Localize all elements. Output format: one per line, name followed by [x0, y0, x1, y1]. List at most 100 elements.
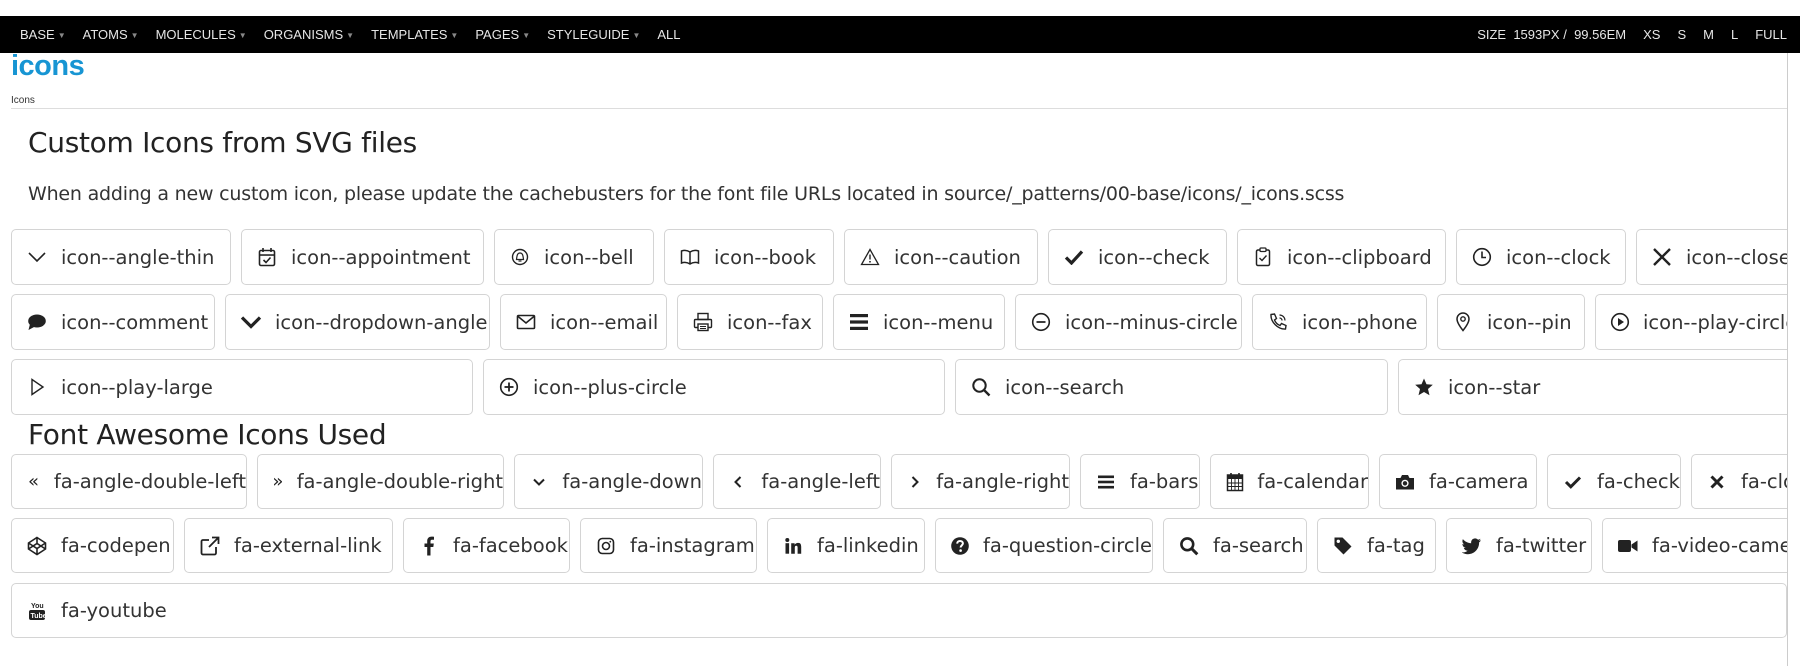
icon-sample: You Tube fa-youtube	[11, 583, 1787, 638]
icon-sample: fa-angle-down	[514, 454, 703, 509]
fax-icon	[692, 312, 714, 332]
search-icon	[1178, 536, 1200, 556]
icon-sample: fa-facebook	[403, 518, 570, 573]
icon-sample: icon--bell	[494, 229, 654, 285]
icon-sample: icon--dropdown-angle	[225, 294, 490, 350]
play-circle-icon	[1610, 312, 1630, 332]
pattern-viewport: icons Icons Custom Icons from SVG files …	[0, 53, 1788, 666]
chevron-down-icon: ▼	[238, 31, 247, 40]
icon-sample: icon--close	[1636, 229, 1787, 285]
size-s-button[interactable]: S	[1677, 27, 1686, 42]
fa-icon-row: « fa-angle-double-left » fa-angle-double…	[11, 454, 1787, 509]
play-large-icon	[26, 377, 48, 397]
twitter-icon	[1461, 537, 1483, 555]
angle-double-left-icon: «	[27, 471, 39, 492]
search-icon	[970, 377, 992, 397]
icon-sample: icon--caution	[844, 229, 1038, 285]
video-camera-icon	[1617, 538, 1639, 554]
nav-templates[interactable]: TEMPLATES ▼	[371, 27, 458, 42]
custom-icon-row: icon--play-large icon--plus-circle icon-…	[11, 359, 1787, 415]
icon-sample: icon--play-circle	[1595, 294, 1787, 350]
dropdown-angle-icon	[240, 315, 262, 329]
icon-sample: fa-linkedin	[767, 518, 925, 573]
nav-styleguide[interactable]: STYLEGUIDE ▼	[547, 27, 640, 42]
icon-sample: icon--book	[664, 229, 834, 285]
icon-sample: icon--email	[500, 294, 667, 350]
nav-organisms[interactable]: ORGANISMS ▼	[264, 27, 354, 42]
codepen-icon	[26, 536, 48, 556]
fa-icon-row: You Tube fa-youtube	[11, 583, 1787, 638]
bell-icon	[509, 248, 531, 266]
email-icon	[515, 314, 537, 330]
divider	[11, 108, 1787, 109]
size-full-button[interactable]: FULL	[1755, 27, 1787, 42]
icon-sample: fa-close	[1691, 454, 1787, 509]
nav-all[interactable]: ALL	[657, 27, 680, 42]
icon-sample: fa-angle-left	[713, 454, 881, 509]
custom-icon-row: icon--angle-thin icon--appointment icon-…	[11, 229, 1787, 285]
icon-sample: fa-codepen	[11, 518, 174, 573]
linkedin-icon	[782, 537, 804, 555]
nav-molecules[interactable]: MOLECULES ▼	[156, 27, 247, 42]
size-readout: SIZE 1593PX / 99.56EM	[1477, 27, 1627, 42]
nav-base[interactable]: BASE ▼	[20, 27, 66, 42]
icon-sample: icon--pin	[1437, 294, 1585, 350]
minus-circle-icon	[1030, 312, 1052, 332]
icon-sample: fa-camera	[1379, 454, 1537, 509]
icon-sample: icon--fax	[677, 294, 823, 350]
icon-sample: icon--menu	[833, 294, 1005, 350]
chevron-down-icon: ▼	[57, 31, 66, 40]
icon-sample: fa-video-camera	[1602, 518, 1787, 573]
appointment-icon	[256, 247, 278, 267]
size-l-button[interactable]: L	[1731, 27, 1738, 42]
nav-atoms[interactable]: ATOMS ▼	[83, 27, 139, 42]
svg-text:Tube: Tube	[31, 613, 47, 620]
size-px-input[interactable]: 1593PX /	[1513, 27, 1567, 42]
book-icon	[679, 249, 701, 265]
instagram-icon	[595, 537, 617, 555]
pin-icon	[1452, 312, 1474, 332]
icon-sample: fa-question-circle	[935, 518, 1153, 573]
calendar-icon	[1225, 472, 1244, 492]
icon-sample: fa-external-link	[184, 518, 393, 573]
viewport-size-controls: SIZE 1593PX / 99.56EM XS S M L FULL	[1477, 16, 1800, 53]
icon-sample: icon--phone	[1252, 294, 1427, 350]
icon-sample: icon--appointment	[241, 229, 484, 285]
icon-sample: icon--plus-circle	[483, 359, 945, 415]
icon-sample: icon--comment	[11, 294, 215, 350]
star-icon	[1413, 377, 1435, 397]
fa-icon-row: fa-codepen fa-external-link fa-facebook …	[11, 518, 1787, 573]
size-m-button[interactable]: M	[1703, 27, 1714, 42]
size-em-input[interactable]: 99.56EM	[1574, 27, 1626, 42]
icon-sample: icon--check	[1048, 229, 1227, 285]
font-awesome-heading: Font Awesome Icons Used	[28, 418, 387, 451]
icon-sample: fa-bars	[1080, 454, 1200, 509]
pattern-title[interactable]: icons	[11, 53, 85, 83]
icon-sample: « fa-angle-double-left	[11, 454, 247, 509]
pattern-lab-toolbar: BASE ▼ ATOMS ▼ MOLECULES ▼ ORGANISMS ▼ TEMPL…	[0, 16, 1800, 53]
chevron-down-icon: ▼	[450, 31, 459, 40]
clipboard-icon	[1252, 247, 1274, 267]
question-circle-icon	[950, 536, 970, 556]
icon-sample: fa-search	[1163, 518, 1307, 573]
size-xs-button[interactable]: XS	[1643, 27, 1660, 42]
main-nav: BASE ▼ ATOMS ▼ MOLECULES ▼ ORGANISMS ▼ TEMPL…	[20, 16, 681, 53]
angle-left-icon	[728, 475, 748, 489]
icon-sample: fa-check	[1547, 454, 1681, 509]
youtube-icon: You Tube	[26, 601, 48, 621]
tag-icon	[1332, 536, 1354, 556]
custom-icons-description: When adding a new custom icon, please up…	[28, 183, 1345, 205]
external-link-icon	[199, 536, 221, 556]
icon-sample: icon--star	[1398, 359, 1787, 415]
icon-sample: fa-tag	[1317, 518, 1436, 573]
icon-sample: icon--clipboard	[1237, 229, 1446, 285]
svg-text:You: You	[31, 603, 44, 610]
chevron-down-icon: ▼	[346, 31, 355, 40]
nav-pages[interactable]: PAGES ▼	[475, 27, 530, 42]
custom-icon-row: icon--comment icon--dropdown-angle icon-…	[11, 294, 1787, 350]
caution-icon	[859, 248, 881, 266]
phone-icon	[1267, 312, 1289, 332]
chevron-down-icon: ▼	[632, 31, 641, 40]
icon-sample: icon--search	[955, 359, 1388, 415]
menu-icon	[848, 313, 870, 331]
